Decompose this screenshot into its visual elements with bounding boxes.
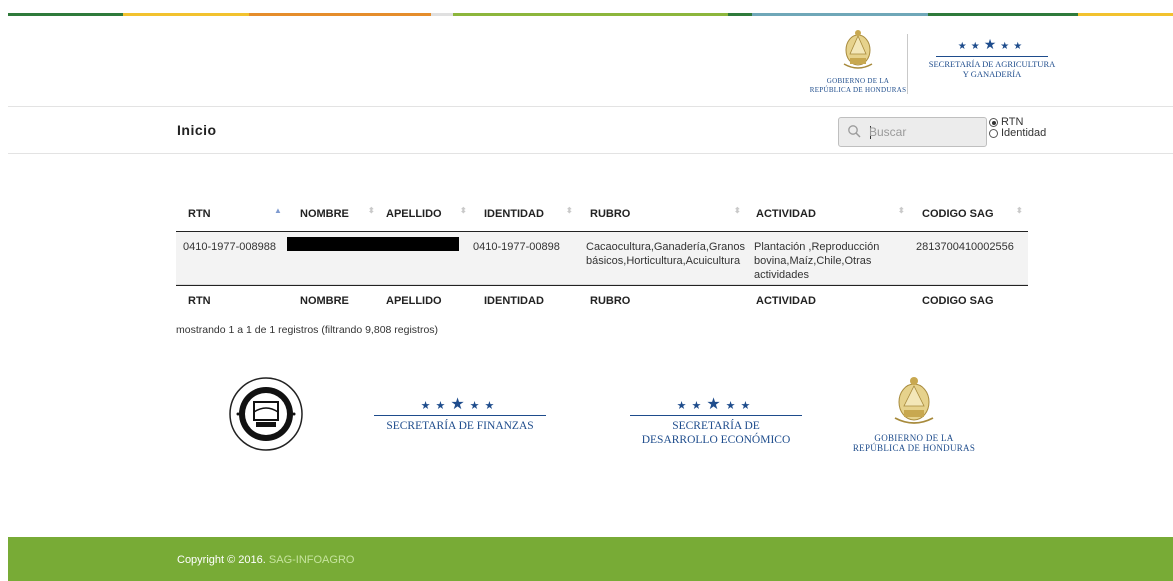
nav-divider — [8, 153, 1173, 154]
column-header-codigo-sag[interactable]: CODIGO SAG — [922, 208, 994, 220]
logo-rule — [374, 415, 546, 416]
logo-divider — [907, 34, 908, 94]
honduras-coat-of-arms-icon — [843, 30, 873, 69]
sort-icon[interactable]: ⬍ — [898, 207, 905, 215]
radio-identidad[interactable]: Identidad — [989, 128, 1046, 139]
footer-header-actividad: ACTIVIDAD — [756, 295, 816, 307]
cell-actividad-line: actividades — [754, 269, 810, 281]
logo-rule — [936, 56, 1048, 57]
column-header-nombre[interactable]: NOMBRE — [300, 208, 349, 220]
cell-codigo-sag: 2813700410002556 — [916, 241, 1014, 253]
table-row[interactable]: 0410-1977-008988 0410-1977-00898 Cacaocu… — [176, 232, 1028, 285]
table-header: RTN ▲ NOMBRE ⬍ APELLIDO ⬍ IDENTIDAD ⬍ RU… — [176, 196, 1028, 232]
desarrollo-logo-line1: Secretaría de — [672, 420, 760, 432]
copyright: Copyright © 2016. SAG-INFOAGRO — [177, 554, 354, 566]
gobierno-footer-logo[interactable]: Gobierno de la República de Honduras — [846, 374, 982, 453]
cell-rtn: 0410-1977-008988 — [183, 241, 276, 253]
stars-icon: ★★★★★ — [676, 396, 756, 413]
gov-logo-line1: Gobierno de la — [826, 77, 890, 85]
search-type-radio-group: RTN Identidad — [989, 117, 1046, 139]
sort-icon[interactable]: ⬍ — [1016, 207, 1023, 215]
finanzas-logo-text: Secretaría de Finanzas — [386, 420, 534, 432]
table-info: mostrando 1 a 1 de 1 registros (filtrand… — [176, 324, 439, 336]
column-header-rubro[interactable]: RUBRO — [590, 208, 630, 220]
footer-header-nombre: NOMBRE — [300, 295, 349, 307]
cell-actividad: Plantación ,Reproducción bovina,Maíz,Chi… — [754, 240, 879, 282]
sag-infoagro-link[interactable]: SAG-INFOAGRO — [269, 554, 355, 566]
gov-footer-line1: Gobierno de la — [874, 433, 954, 443]
gobierno-logo[interactable]: Gobierno de la República de Honduras — [808, 28, 908, 104]
search-icon — [848, 125, 861, 138]
cell-actividad-line: Plantación ,Reproducción — [754, 241, 880, 253]
sort-icon[interactable]: ⬍ — [566, 207, 573, 215]
logo-rule — [630, 415, 802, 416]
search-input[interactable] — [869, 122, 981, 142]
finanzas-logo[interactable]: ★★★★★ Secretaría de Finanzas — [372, 396, 548, 433]
footer-header-identidad: IDENTIDAD — [484, 295, 544, 307]
cell-actividad-line: bovina,Maíz,Chile,Otras — [754, 255, 872, 267]
footer-header-rubro: RUBRO — [590, 295, 631, 307]
redacted-name-block — [287, 237, 459, 251]
stars-icon: ★★★★★ — [420, 396, 500, 413]
honduras-coat-of-arms-icon — [894, 377, 934, 424]
desarrollo-logo[interactable]: ★★★★★ Secretaría de Desarrollo Económico — [628, 396, 804, 447]
partner-logos: ★★★★★ Secretaría de Finanzas ★★★★★ Secre… — [0, 370, 1173, 470]
sag-logo[interactable]: ★★★★★ Secretaría de Agricultura y Ganade… — [922, 36, 1062, 79]
cell-rubro: Cacaocultura,Ganadería,Granos básicos,Ho… — [586, 240, 745, 268]
column-header-apellido[interactable]: APELLIDO — [386, 208, 442, 220]
column-header-rtn[interactable]: RTN — [188, 208, 211, 220]
cell-identidad: 0410-1977-00898 — [473, 241, 560, 253]
footer-header-apellido: APELLIDO — [386, 295, 442, 307]
sort-icon[interactable]: ⬍ — [460, 207, 467, 215]
table-footer: RTN NOMBRE APELLIDO IDENTIDAD RUBRO ACTI… — [176, 285, 1028, 315]
search-box[interactable] — [838, 117, 987, 147]
sag-logo-line1: Secretaría de Agricultura — [928, 59, 1056, 69]
column-header-identidad[interactable]: IDENTIDAD — [484, 208, 544, 220]
nav-bar: Inicio RTN Identidad — [0, 107, 1173, 153]
radio-identidad-label: Identidad — [1001, 127, 1047, 139]
radio-unchecked-icon[interactable] — [989, 129, 998, 138]
radio-checked-icon[interactable] — [989, 118, 998, 127]
site-header: Gobierno de la República de Honduras ★★★… — [0, 16, 1173, 106]
sort-icon[interactable]: ⬍ — [734, 207, 741, 215]
sar-seal-icon[interactable] — [228, 376, 304, 452]
stars-icon: ★★★★★ — [957, 36, 1027, 52]
copyright-text: Copyright © 2016. — [177, 554, 266, 566]
results-table: RTN ▲ NOMBRE ⬍ APELLIDO ⬍ IDENTIDAD ⬍ RU… — [176, 196, 1028, 315]
gov-footer-line2: República de Honduras — [852, 443, 976, 453]
gov-logo-line2: República de Honduras — [809, 86, 907, 94]
page-title-inicio[interactable]: Inicio — [177, 122, 217, 138]
sag-logo-line2: y Ganadería — [962, 69, 1022, 79]
cell-rubro-line: Cacaocultura,Ganadería,Granos — [586, 241, 745, 253]
sort-asc-icon[interactable]: ▲ — [274, 207, 282, 215]
footer-header-rtn: RTN — [188, 295, 211, 307]
cell-rubro-line: básicos,Horticultura,Acuicultura — [586, 255, 741, 267]
footer-header-codigo-sag: CODIGO SAG — [922, 295, 994, 307]
sort-icon[interactable]: ⬍ — [368, 207, 375, 215]
column-header-actividad[interactable]: ACTIVIDAD — [756, 208, 816, 220]
site-footer: Copyright © 2016. SAG-INFOAGRO — [8, 537, 1173, 581]
desarrollo-logo-line2: Desarrollo Económico — [641, 434, 791, 446]
